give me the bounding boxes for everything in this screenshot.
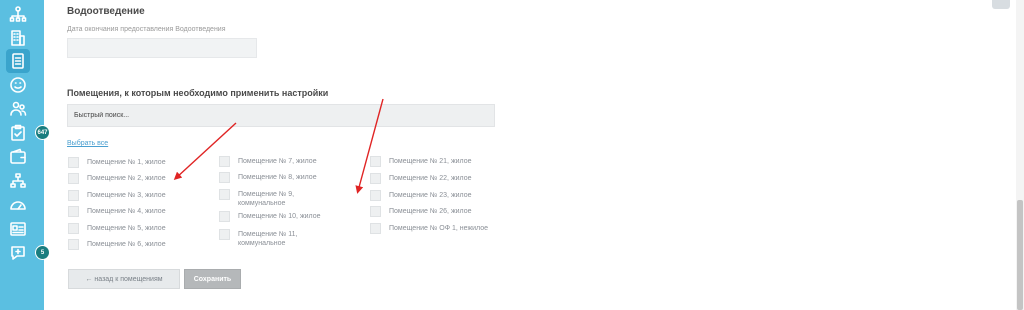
sidebar: 647 5 xyxy=(0,0,50,310)
save-button[interactable]: Сохранить xyxy=(184,269,241,289)
room-checkbox-item[interactable]: Помещение № 8, жилое xyxy=(219,172,358,183)
end-date-field[interactable] xyxy=(67,38,257,58)
nav-document-icon[interactable] xyxy=(6,49,30,73)
corner-widget-icon[interactable] xyxy=(992,0,1010,9)
room-label: Помещение № 11, коммунальное xyxy=(238,231,298,247)
room-checkbox-item[interactable]: Помещение № 21, жилое xyxy=(370,156,519,167)
room-label: Помещение № 22, жилое xyxy=(389,175,472,182)
room-label: Помещение № 1, жилое xyxy=(87,159,166,166)
nav-chat-icon[interactable] xyxy=(6,241,30,265)
checkbox[interactable] xyxy=(370,223,381,234)
room-label: Помещение № 4, жилое xyxy=(87,208,166,215)
room-label: Помещение № 5, жилое xyxy=(87,225,166,232)
room-checkbox-item[interactable]: Помещение № 22, жилое xyxy=(370,173,519,184)
room-label: Помещение № 10, жилое xyxy=(238,213,321,220)
checkbox[interactable] xyxy=(370,206,381,217)
room-checkbox-item[interactable]: Помещение № 3, жилое xyxy=(68,190,197,201)
checkbox[interactable] xyxy=(68,239,79,250)
date-field-label: Дата окончания предоставления Водоотведе… xyxy=(67,26,226,33)
room-checkbox-item[interactable]: Помещение № 1, жилое xyxy=(68,157,197,168)
checkbox[interactable] xyxy=(370,156,381,167)
nav-hierarchy-icon[interactable] xyxy=(6,2,30,26)
checkbox[interactable] xyxy=(219,229,230,240)
room-label: Помещение № 2, жилое xyxy=(87,175,166,182)
checkbox[interactable] xyxy=(68,206,79,217)
room-label: Помещение № 9, коммунальное xyxy=(238,191,295,207)
room-label: Помещение № 23, жилое xyxy=(389,192,472,199)
checkbox[interactable] xyxy=(68,223,79,234)
checkbox[interactable] xyxy=(68,157,79,168)
room-checkbox-item[interactable]: Помещение № 26, жилое xyxy=(370,206,519,217)
room-checkbox-item[interactable]: Помещение № 11, коммунальное xyxy=(219,229,318,248)
room-checkbox-item[interactable]: Помещение № 5, жилое xyxy=(68,223,197,234)
nav-wallet-icon[interactable] xyxy=(6,145,30,169)
checkbox[interactable] xyxy=(219,156,230,167)
room-label: Помещение № 26, жилое xyxy=(389,208,472,215)
room-checkbox-item[interactable]: Помещение № 6, жилое xyxy=(68,239,197,250)
room-label: Помещение № ОФ 1, нежилое xyxy=(389,225,488,232)
nav-building-icon[interactable] xyxy=(6,26,30,50)
checkbox[interactable] xyxy=(68,173,79,184)
room-checkbox-item[interactable]: Помещение № 2, жилое xyxy=(68,173,197,184)
section-title: Водоотведение xyxy=(67,6,145,17)
rooms-section-title: Помещения, к которым необходимо применит… xyxy=(67,88,329,98)
room-checkbox-item[interactable]: Помещение № 10, жилое xyxy=(219,211,358,222)
room-label: Помещение № 6, жилое xyxy=(87,241,166,248)
room-checkbox-item[interactable]: Помещение № 9, коммунальное xyxy=(219,189,318,208)
nav-smile-icon[interactable] xyxy=(6,73,30,97)
nav-clipboard-icon[interactable] xyxy=(6,121,30,145)
checkbox[interactable] xyxy=(370,173,381,184)
checkbox[interactable] xyxy=(370,190,381,201)
scrollbar-thumb[interactable] xyxy=(1017,200,1023,310)
nav-people-icon[interactable] xyxy=(6,97,30,121)
room-checkbox-item[interactable]: Помещение № 7, жилое xyxy=(219,156,358,167)
back-to-rooms-button[interactable]: ← назад к помещениям xyxy=(68,269,180,289)
checkbox[interactable] xyxy=(219,172,230,183)
select-all-link[interactable]: Выбрать все xyxy=(67,140,108,147)
main-content: Водоотведение Дата окончания предоставле… xyxy=(44,0,1016,310)
checkbox[interactable] xyxy=(219,211,230,222)
room-checkbox-item[interactable]: Помещение № 23, жилое xyxy=(370,190,519,201)
room-label: Помещение № 7, жилое xyxy=(238,158,317,165)
room-label: Помещение № 8, жилое xyxy=(238,174,317,181)
nav-dashboard-icon[interactable] xyxy=(6,193,30,217)
room-label: Помещение № 21, жилое xyxy=(389,158,472,165)
room-label: Помещение № 3, жилое xyxy=(87,192,166,199)
checkbox[interactable] xyxy=(68,190,79,201)
checkbox[interactable] xyxy=(219,189,230,200)
nav-id-card-icon[interactable] xyxy=(6,217,30,241)
nav-network-icon[interactable] xyxy=(6,169,30,193)
quick-search-input[interactable] xyxy=(67,104,495,127)
room-checkbox-item[interactable]: Помещение № ОФ 1, нежилое xyxy=(370,223,529,234)
room-checkbox-item[interactable]: Помещение № 4, жилое xyxy=(68,206,197,217)
